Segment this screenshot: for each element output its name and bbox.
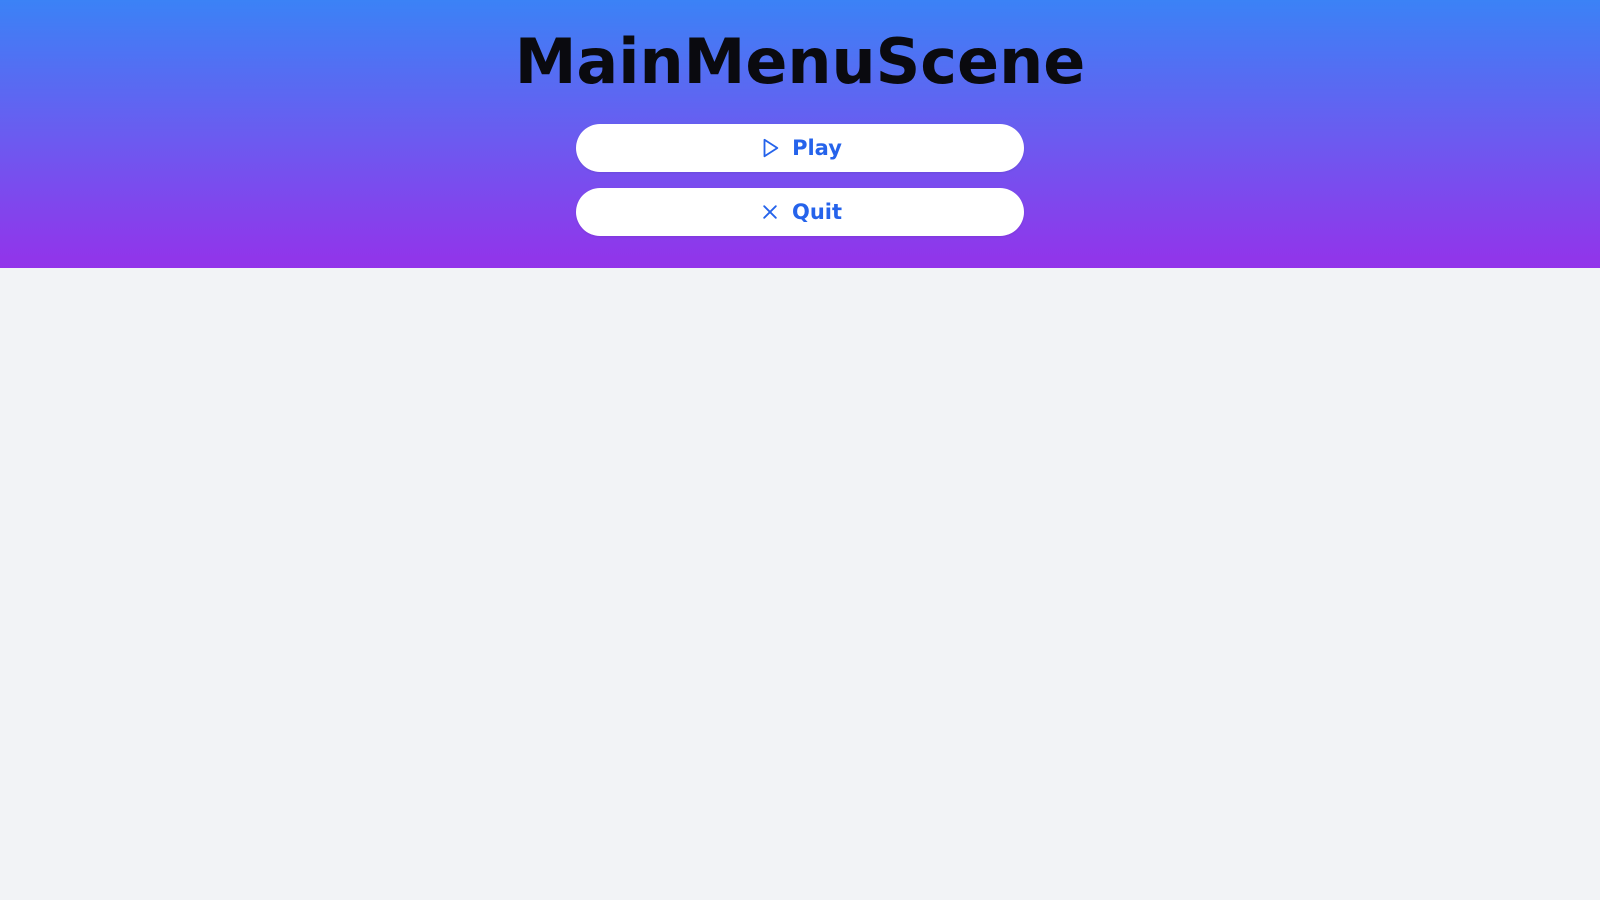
play-button-label: Play: [792, 136, 842, 160]
quit-button[interactable]: Quit: [576, 188, 1024, 236]
play-icon: [758, 136, 782, 160]
close-icon: [758, 200, 782, 224]
scene-title: MainMenuScene: [514, 25, 1086, 98]
menu-header: MainMenuScene Play Quit: [0, 0, 1600, 268]
quit-button-label: Quit: [791, 200, 843, 224]
play-button[interactable]: Play: [576, 124, 1024, 172]
